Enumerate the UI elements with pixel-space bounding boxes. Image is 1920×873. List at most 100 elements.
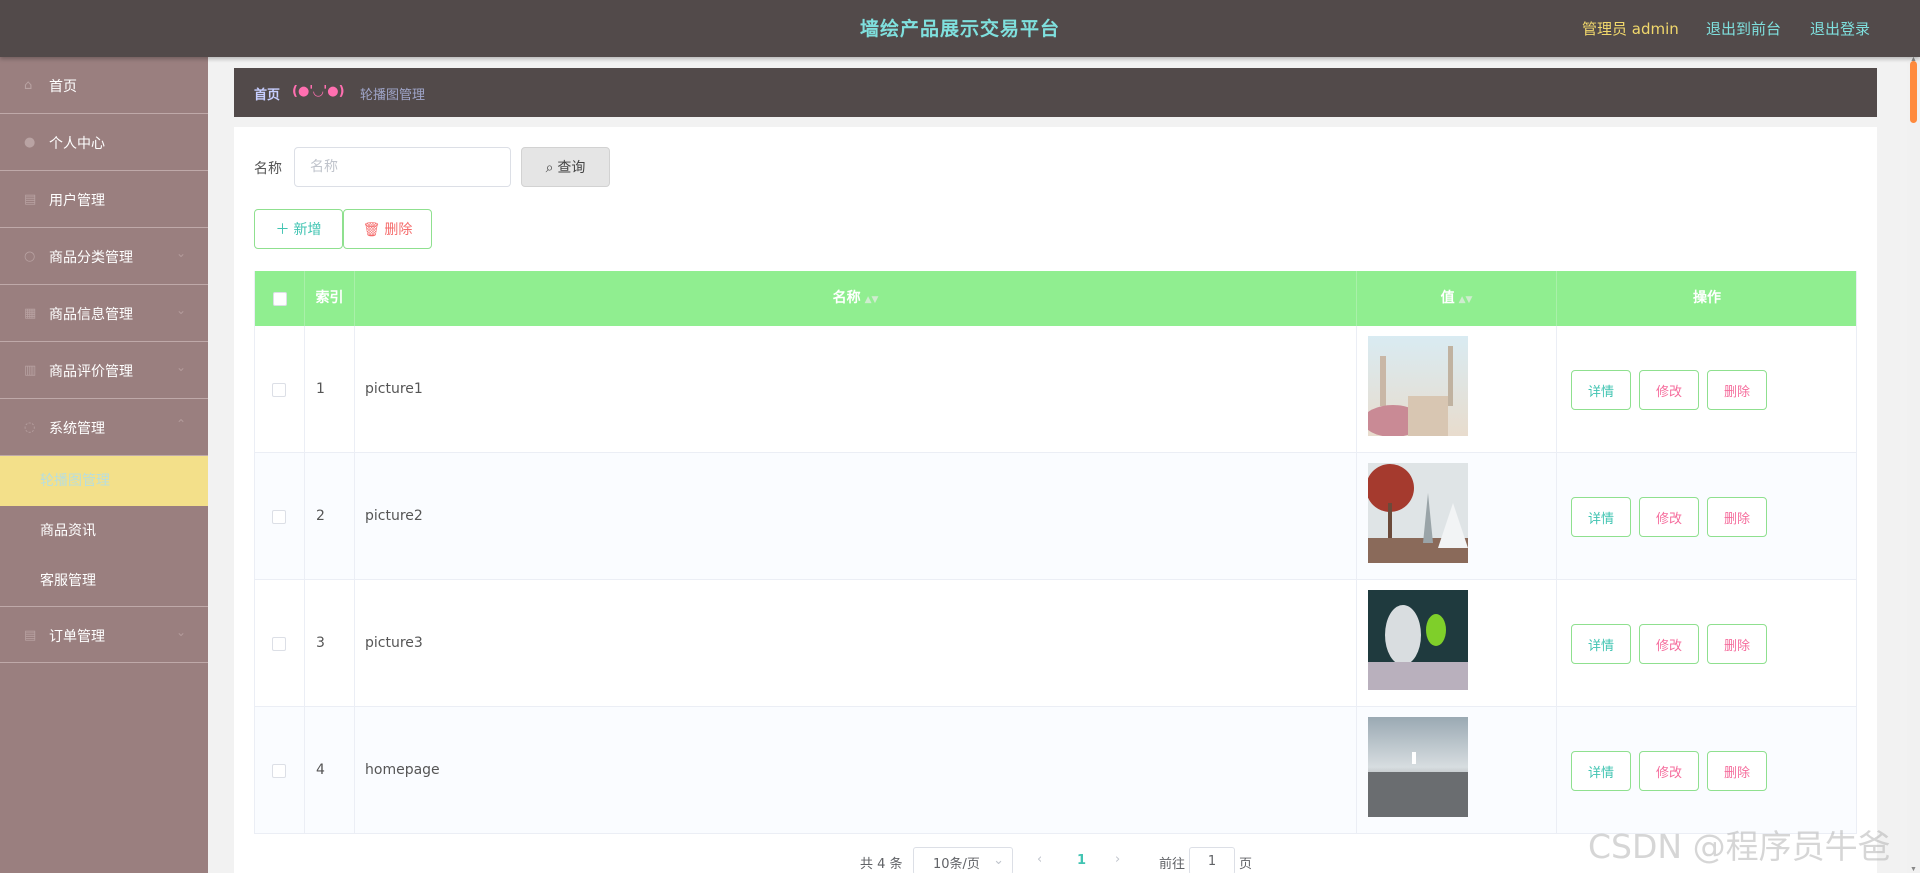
header-name-label: 名称 xyxy=(832,290,861,306)
home-icon: ⌂ xyxy=(24,78,33,93)
row-name: picture3 xyxy=(365,635,423,651)
sidebar-item-label: 商品信息管理 xyxy=(49,307,133,323)
sidebar-item-label: 首页 xyxy=(49,79,77,95)
chevron-down-icon: ⌄ xyxy=(175,246,186,260)
page-suffix: 页 xyxy=(1239,857,1253,872)
settings-icon: ◌ xyxy=(24,420,36,435)
search-input[interactable] xyxy=(294,147,511,187)
table-row: 3 picture3 详情 修改 删除 xyxy=(255,580,1856,707)
chevron-down-icon: ⌄ xyxy=(175,303,186,317)
logout-link[interactable]: 退出登录 xyxy=(1810,18,1870,39)
goto-label: 前往 xyxy=(1159,857,1186,872)
row-thumbnail-image[interactable] xyxy=(1368,463,1468,563)
sidebar-subitem-carousel[interactable]: 轮播图管理 xyxy=(0,456,208,506)
table-row: 2 picture2 详情 修改 删除 xyxy=(255,453,1856,580)
sidebar-item-label: 商品评价管理 xyxy=(49,364,133,380)
search-button-label: 查询 xyxy=(557,160,586,176)
table-row: 1 picture1 详情 修改 删除 xyxy=(255,326,1856,453)
sidebar-item-label: 系统管理 xyxy=(49,421,105,437)
vertical-scrollbar[interactable]: ▲ ▼ xyxy=(1907,56,1920,873)
trash-icon: 🗑 xyxy=(362,222,381,238)
batch-delete-label: 删除 xyxy=(384,222,413,238)
row-thumbnail-image[interactable] xyxy=(1368,336,1468,436)
row-checkbox[interactable] xyxy=(272,764,286,778)
edit-button[interactable]: 修改 xyxy=(1639,751,1699,791)
page-size-value: 10条/页 xyxy=(933,857,980,872)
header-actions: 操作 xyxy=(1693,290,1721,306)
plus-icon: ＋ xyxy=(275,222,290,238)
top-header: 墙绘产品展示交易平台 管理员 admin 退出到前台 退出登录 xyxy=(0,0,1920,57)
edit-button[interactable]: 修改 xyxy=(1639,624,1699,664)
row-checkbox[interactable] xyxy=(272,510,286,524)
row-index: 2 xyxy=(316,508,325,524)
row-name: picture2 xyxy=(365,508,423,524)
sidebar-item-category[interactable]: ○ 商品分类管理 ⌄ xyxy=(0,228,208,285)
row-thumbnail-image[interactable] xyxy=(1368,590,1468,690)
table-header: 索引 名称 ▲▼ 值 ▲▼ 操作 xyxy=(255,271,1856,326)
sidebar-item-label: 商品分类管理 xyxy=(49,250,133,266)
header-value-label: 值 xyxy=(1440,290,1455,306)
user-icon: ● xyxy=(24,135,36,150)
breadcrumb-separator: (●'◡'●) xyxy=(292,84,345,99)
sidebar-item-home[interactable]: ⌂ 首页 xyxy=(0,57,208,114)
delete-button[interactable]: 删除 xyxy=(1707,497,1767,537)
delete-button[interactable]: 删除 xyxy=(1707,751,1767,791)
delete-button[interactable]: 删除 xyxy=(1707,624,1767,664)
select-all-checkbox[interactable] xyxy=(273,292,287,306)
sidebar-item-profile[interactable]: ● 个人中心 xyxy=(0,114,208,171)
detail-button[interactable]: 详情 xyxy=(1571,370,1631,410)
breadcrumb: 首页 (●'◡'●) 轮播图管理 xyxy=(234,68,1877,117)
sidebar-subitem-service[interactable]: 客服管理 xyxy=(0,556,208,606)
detail-button[interactable]: 详情 xyxy=(1571,497,1631,537)
prev-page-button[interactable]: ‹ xyxy=(1037,852,1042,867)
header-value[interactable]: 值 ▲▼ xyxy=(1357,271,1557,326)
next-page-button[interactable]: › xyxy=(1115,852,1120,867)
sidebar: ⌂ 首页 ● 个人中心 ▤ 用户管理 ○ 商品分类管理 ⌄ ▦ 商品信息管理 ⌄… xyxy=(0,57,208,873)
add-button-label: 新增 xyxy=(293,222,322,238)
sidebar-item-label: 用户管理 xyxy=(49,193,105,209)
sidebar-subitem-news[interactable]: 商品资讯 xyxy=(0,506,208,556)
breadcrumb-home[interactable]: 首页 xyxy=(254,84,280,103)
row-index: 4 xyxy=(316,762,325,778)
page-number-current[interactable]: 1 xyxy=(1077,853,1086,868)
page-size-select[interactable]: 10条/页 ⌄ xyxy=(913,847,1013,873)
chevron-up-icon: ⌃ xyxy=(175,417,186,431)
row-name: homepage xyxy=(365,762,440,778)
back-to-front-link[interactable]: 退出到前台 xyxy=(1706,18,1781,39)
row-name: picture1 xyxy=(365,381,423,397)
grid-icon: ▦ xyxy=(24,306,37,321)
sidebar-item-system[interactable]: ◌ 系统管理 ⌃ xyxy=(0,399,208,456)
scroll-down-icon[interactable]: ▼ xyxy=(1910,866,1917,873)
search-label: 名称 xyxy=(254,161,282,177)
order-icon: ▤ xyxy=(24,628,37,643)
system-submenu: 轮播图管理 商品资讯 客服管理 xyxy=(0,456,208,606)
edit-button[interactable]: 修改 xyxy=(1639,497,1699,537)
sidebar-item-label: 个人中心 xyxy=(49,136,105,152)
sidebar-item-orders[interactable]: ▤ 订单管理 ⌄ xyxy=(0,606,208,663)
edit-button[interactable]: 修改 xyxy=(1639,370,1699,410)
scrollbar-thumb[interactable] xyxy=(1910,61,1917,123)
sort-icon: ▲▼ xyxy=(864,295,879,305)
header-index: 索引 xyxy=(305,271,355,326)
detail-button[interactable]: 详情 xyxy=(1571,624,1631,664)
header-select-cell xyxy=(255,271,305,326)
add-button[interactable]: ＋新增 xyxy=(254,209,343,249)
breadcrumb-current: 轮播图管理 xyxy=(360,88,426,103)
chevron-down-icon: ⌄ xyxy=(175,625,186,639)
detail-button[interactable]: 详情 xyxy=(1571,751,1631,791)
row-checkbox[interactable] xyxy=(272,383,286,397)
sidebar-item-reviews[interactable]: ▥ 商品评价管理 ⌄ xyxy=(0,342,208,399)
row-thumbnail-image[interactable] xyxy=(1368,717,1468,817)
delete-button[interactable]: 删除 xyxy=(1707,370,1767,410)
batch-delete-button[interactable]: 🗑 删除 xyxy=(343,209,432,249)
comment-icon: ▥ xyxy=(24,363,37,378)
goto-page-input[interactable] xyxy=(1189,847,1235,873)
sidebar-item-label: 订单管理 xyxy=(49,629,105,645)
row-checkbox[interactable] xyxy=(272,637,286,651)
sidebar-item-users[interactable]: ▤ 用户管理 xyxy=(0,171,208,228)
sidebar-item-goods[interactable]: ▦ 商品信息管理 ⌄ xyxy=(0,285,208,342)
search-button[interactable]: ⌕ 查询 xyxy=(521,147,610,187)
header-name[interactable]: 名称 ▲▼ xyxy=(355,271,1357,326)
chevron-down-icon: ⌄ xyxy=(175,360,186,374)
row-index: 3 xyxy=(316,635,325,651)
